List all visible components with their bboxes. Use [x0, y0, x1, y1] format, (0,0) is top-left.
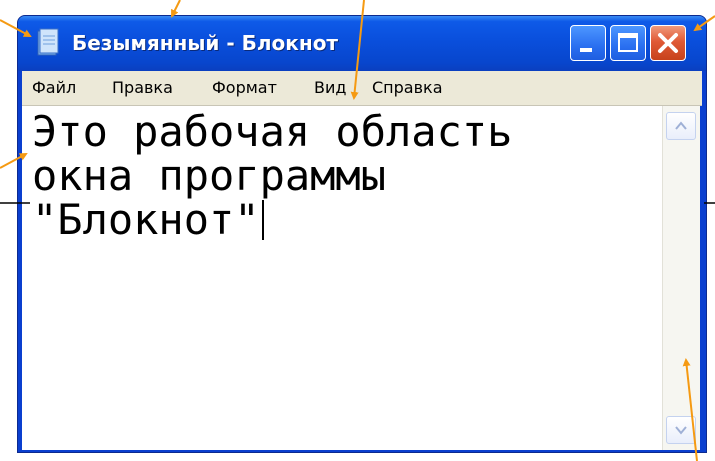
- close-button[interactable]: [650, 25, 686, 61]
- arrow-to-title: [171, 0, 181, 18]
- vertical-scrollbar[interactable]: [662, 106, 700, 450]
- title-bar[interactable]: Безымянный - Блокнот: [18, 16, 706, 71]
- maximize-button[interactable]: [610, 25, 646, 61]
- text-caret: [261, 200, 264, 240]
- menu-edit[interactable]: Правка: [112, 78, 173, 97]
- menu-format[interactable]: Формат: [212, 78, 277, 97]
- notepad-window: Безымянный - Блокнот Файл Правка Формат …: [17, 15, 707, 453]
- editor-text: Это рабочая область окна программы "Блок…: [32, 107, 513, 244]
- chevron-up-icon: [675, 121, 687, 130]
- minimize-button[interactable]: [570, 25, 606, 61]
- scroll-up-button[interactable]: [666, 112, 696, 140]
- notepad-icon[interactable]: [36, 28, 60, 58]
- window-title: Безымянный - Блокнот: [72, 31, 339, 55]
- close-icon: [658, 33, 678, 53]
- text-edit-area[interactable]: Это рабочая область окна программы "Блок…: [22, 106, 662, 450]
- scroll-down-button[interactable]: [666, 416, 696, 444]
- maximize-icon: [618, 33, 638, 52]
- minimize-icon: [580, 48, 592, 52]
- menu-bar: Файл Правка Формат Вид Справка: [22, 71, 702, 106]
- menu-file[interactable]: Файл: [32, 78, 76, 97]
- menu-view[interactable]: Вид: [314, 78, 346, 97]
- menu-help[interactable]: Справка: [372, 78, 443, 97]
- chevron-down-icon: [675, 426, 687, 435]
